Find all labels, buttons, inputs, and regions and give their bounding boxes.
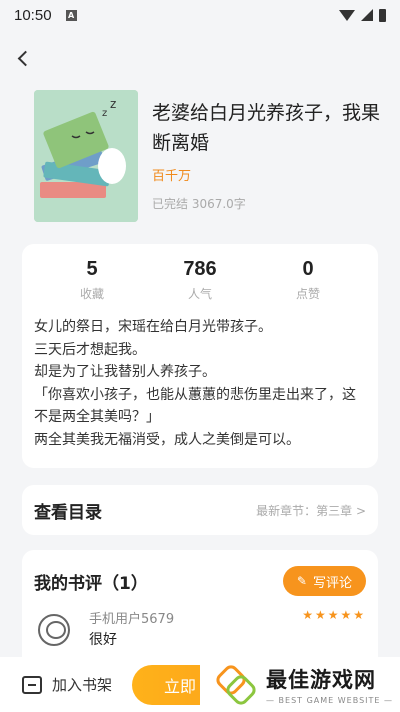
book-title: 老婆给白月光养孩子，我果断离婚 xyxy=(152,102,381,154)
stat-label: 人气 xyxy=(187,287,212,301)
book-stack-illustration: z z xyxy=(34,90,138,222)
wifi-icon xyxy=(339,9,355,21)
write-review-button[interactable]: ✎ 写评论 xyxy=(282,566,366,596)
status-time: 10:50 xyxy=(14,6,52,24)
review-rating-stars: ★★★★★ xyxy=(302,608,366,622)
svg-text:z: z xyxy=(102,108,107,119)
reviews-header: 我的书评（1） ✎ 写评论 xyxy=(22,550,378,596)
write-review-label: 写评论 xyxy=(312,575,352,591)
catalog-card[interactable]: 查看目录 最新章节：第三章 > xyxy=(22,485,378,535)
latest-chapter-link[interactable]: 最新章节：第三章 > xyxy=(256,502,366,519)
review-text: 很好 xyxy=(89,632,117,648)
avatar xyxy=(38,614,70,646)
bookshelf-icon xyxy=(22,675,42,694)
book-status: 已完结 3067.0字 xyxy=(152,197,246,211)
status-icons xyxy=(339,8,386,22)
read-now-label: 立即 xyxy=(164,677,197,696)
battery-icon xyxy=(379,8,386,22)
stat-likes[interactable]: 0 点赞 xyxy=(268,258,348,302)
book-info-card: 5 收藏 786 人气 0 点赞 女儿的祭日，宋瑶在给白月光带孩子。 三天后才想… xyxy=(22,244,378,468)
catalog-title: 查看目录 xyxy=(34,498,102,523)
stat-label: 点赞 xyxy=(295,287,320,301)
stat-value: 0 xyxy=(302,258,314,280)
signal-icon xyxy=(361,9,373,21)
stat-value: 786 xyxy=(183,258,217,280)
status-bar: 10:50 A xyxy=(0,0,400,30)
stats-row: 5 收藏 786 人气 0 点赞 xyxy=(22,244,378,302)
pen-icon: ✎ xyxy=(296,574,307,588)
back-button[interactable] xyxy=(8,44,36,72)
stat-popularity: 786 人气 xyxy=(160,258,240,302)
svg-text:z: z xyxy=(110,97,116,111)
add-to-shelf-label: 加入书架 xyxy=(52,676,113,694)
watermark-text: 最佳游戏网 — BEST GAME WEBSITE — xyxy=(266,664,393,705)
site-watermark: 最佳游戏网 — BEST GAME WEBSITE — xyxy=(200,657,400,712)
watermark-title: 最佳游戏网 xyxy=(266,668,376,692)
stat-label: 收藏 xyxy=(79,287,104,301)
book-author[interactable]: 百千万 xyxy=(152,165,191,184)
stat-favorites: 5 收藏 xyxy=(52,258,132,302)
stat-value: 5 xyxy=(86,258,98,280)
reviews-title: 我的书评（1） xyxy=(34,569,148,594)
watermark-logo-icon xyxy=(216,664,256,705)
back-arrow-icon xyxy=(17,50,33,66)
book-cover[interactable]: z z xyxy=(34,90,138,222)
add-to-shelf-button[interactable]: 加入书架 xyxy=(22,674,112,695)
watermark-subtitle: — BEST GAME WEBSITE — xyxy=(266,696,393,705)
book-summary: 女儿的祭日，宋瑶在给白月光带孩子。 三天后才想起我。 却是为了让我替别人养孩子。… xyxy=(34,319,356,448)
app-notification-icon: A xyxy=(65,9,77,21)
review-username: 手机用户5679 xyxy=(89,612,175,627)
